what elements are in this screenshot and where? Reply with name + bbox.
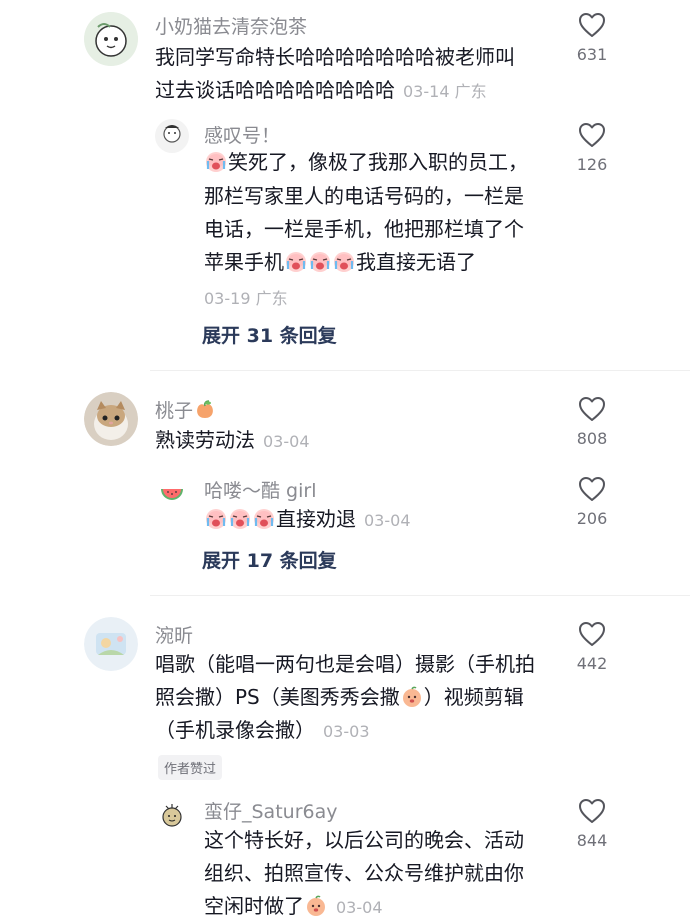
- avatar[interactable]: [84, 392, 138, 446]
- comment-text: 我同学写命特长哈哈哈哈哈哈哈被老师叫: [155, 41, 515, 74]
- reply-date: 03-04: [364, 511, 411, 530]
- divider: [150, 595, 690, 596]
- reply-date: 03-19: [204, 289, 251, 308]
- expand-replies-button[interactable]: 展开 17 条回复: [202, 546, 337, 573]
- reply-text-line: 我直接无语了: [356, 250, 476, 274]
- heart-outline-icon: [578, 122, 606, 148]
- heart-outline-icon: [578, 621, 606, 647]
- like-button[interactable]: [578, 621, 606, 647]
- comment-text: （手机录像会撒） 03-03: [155, 714, 370, 748]
- reply-text-line: 空闲时做了: [204, 894, 304, 918]
- comment-text-line: 照会撒）PS（美图秀秀会撒: [155, 685, 400, 709]
- crying-face-emoji: [309, 251, 331, 273]
- crying-face-emoji: [229, 508, 251, 530]
- like-count: 631: [576, 45, 608, 64]
- like-button[interactable]: [578, 476, 606, 502]
- reply-location: 广东: [255, 289, 288, 308]
- like-button[interactable]: [578, 12, 606, 38]
- avatar[interactable]: [155, 119, 189, 153]
- crying-face-emoji: [285, 251, 307, 273]
- heart-outline-icon: [578, 476, 606, 502]
- reply-text-line: 直接劝退: [276, 507, 356, 531]
- like-count: 206: [576, 509, 608, 528]
- comment-text-line: 我同学写命特长哈哈哈哈哈哈哈被老师叫: [155, 45, 515, 69]
- reply-text-line: 苹果手机: [204, 250, 284, 274]
- like-count: 808: [576, 429, 608, 448]
- comment-date: 03-03: [323, 722, 370, 741]
- comment-location: 广东: [454, 82, 487, 101]
- reply-username[interactable]: 感叹号！: [204, 121, 280, 148]
- avatar[interactable]: [157, 800, 187, 830]
- reply-meta: 03-19 广东: [204, 285, 288, 309]
- comment-text-line: （手机录像会撒）: [155, 718, 315, 742]
- comment-text: 照会撒）PS（美图秀秀会撒 ）视频剪辑: [155, 681, 524, 714]
- avatar[interactable]: [84, 617, 138, 671]
- comment-date: 03-14: [403, 82, 450, 101]
- comment-text: 过去谈话哈哈哈哈哈哈哈哈 03-14 广东: [155, 74, 487, 108]
- reply-date: 03-04: [336, 898, 383, 917]
- crying-face-emoji: [253, 508, 275, 530]
- peach-emoji: [194, 398, 216, 420]
- like-count: 126: [576, 155, 608, 174]
- heart-outline-icon: [578, 12, 606, 38]
- like-count: 442: [576, 654, 608, 673]
- reply-text-line: 笑死了，像极了我那入职的员工，: [228, 150, 528, 174]
- peach-face-emoji: [305, 895, 327, 917]
- reply-text: 电话，一栏是手机，他把那栏填了个: [204, 217, 524, 241]
- reply-username[interactable]: 哈喽～酷 girl: [204, 476, 316, 503]
- reply-text: 直接劝退 03-04: [204, 503, 411, 537]
- reply-text: 空闲时做了 03-04: [204, 890, 383, 924]
- comment-text: 熟读劳动法 03-04: [155, 424, 310, 458]
- crying-face-emoji: [333, 251, 355, 273]
- like-button[interactable]: [578, 122, 606, 148]
- crying-face-emoji: [205, 151, 227, 173]
- reply-text: 组织、拍照宣传、公众号维护就由你: [204, 861, 524, 885]
- avatar[interactable]: [84, 12, 138, 66]
- reply-text: 苹果手机 我直接无语了: [204, 246, 476, 279]
- crying-face-emoji: [205, 508, 227, 530]
- reply-username[interactable]: 蛮仔_Satur6ay: [204, 797, 337, 824]
- comment-username-text: 桃子: [155, 400, 194, 422]
- comment-text: 唱歌（能唱一两句也是会唱）摄影（手机拍: [155, 652, 535, 676]
- expand-replies-button[interactable]: 展开 31 条回复: [202, 321, 337, 348]
- comment-text-line: 熟读劳动法: [155, 428, 255, 452]
- comment-date: 03-04: [263, 432, 310, 451]
- heart-outline-icon: [578, 396, 606, 422]
- reply-text: 那栏写家里人的电话号码的，一栏是: [204, 184, 524, 208]
- heart-outline-icon: [578, 798, 606, 824]
- divider: [150, 370, 690, 371]
- peach-face-emoji: [401, 686, 423, 708]
- author-liked-badge: 作者赞过: [158, 755, 223, 780]
- comment-username[interactable]: 涴昕: [155, 621, 193, 648]
- reply-text: 这个特长好，以后公司的晚会、活动: [204, 828, 524, 852]
- avatar[interactable]: [155, 474, 189, 508]
- comment-username[interactable]: 小奶猫去清奈泡茶: [155, 12, 307, 39]
- like-count: 844: [576, 831, 608, 850]
- comment-text-line: 过去谈话哈哈哈哈哈哈哈哈: [155, 78, 395, 102]
- like-button[interactable]: [578, 798, 606, 824]
- like-button[interactable]: [578, 396, 606, 422]
- comment-text-line: ）视频剪辑: [423, 685, 524, 709]
- comment-username[interactable]: 桃子: [155, 396, 217, 423]
- reply-text: 笑死了，像极了我那入职的员工，: [204, 146, 528, 179]
